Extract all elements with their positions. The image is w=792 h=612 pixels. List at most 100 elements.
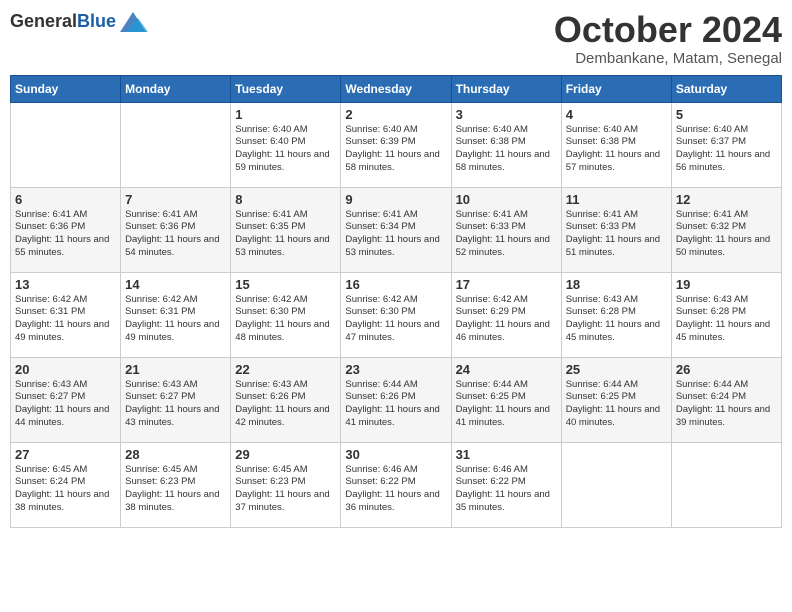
calendar-cell: 9Sunrise: 6:41 AM Sunset: 6:34 PM Daylig… [341, 187, 451, 272]
day-number: 3 [456, 107, 557, 122]
day-info: Sunrise: 6:46 AM Sunset: 6:22 PM Dayligh… [456, 464, 557, 515]
day-header-saturday: Saturday [671, 75, 781, 102]
calendar-cell: 23Sunrise: 6:44 AM Sunset: 6:26 PM Dayli… [341, 357, 451, 442]
day-info: Sunrise: 6:44 AM Sunset: 6:26 PM Dayligh… [345, 379, 446, 430]
day-info: Sunrise: 6:41 AM Sunset: 6:35 PM Dayligh… [235, 209, 336, 260]
day-info: Sunrise: 6:43 AM Sunset: 6:26 PM Dayligh… [235, 379, 336, 430]
calendar-cell: 15 Sunrise: 6:42 AM Sunset: 6:30 PM Dayli… [231, 272, 341, 357]
calendar-cell: 22Sunrise: 6:43 AM Sunset: 6:26 PM Dayli… [231, 357, 341, 442]
day-number: 28 [125, 447, 226, 462]
calendar-cell: 5 Sunrise: 6:40 AM Sunset: 6:37 PM Daylig… [671, 102, 781, 187]
page-header: GeneralBlue October 2024 Dembankane, Mat… [10, 10, 782, 67]
day-info: Sunrise: 6:40 AM Sunset: 6:38 PM Dayligh… [456, 124, 557, 175]
day-info: Sunrise: 6:40 AM Sunset: 6:38 PM Dayligh… [566, 124, 667, 175]
day-info: Sunrise: 6:45 AM Sunset: 6:24 PM Dayligh… [15, 464, 116, 515]
day-number: 14 [125, 277, 226, 292]
day-info: Sunrise: 6:41 AM Sunset: 6:33 PM Dayligh… [566, 209, 667, 260]
day-number: 2 [345, 107, 446, 122]
day-number: 17 [456, 277, 557, 292]
logo-blue: Blue [77, 11, 116, 31]
day-number: 5 [676, 107, 777, 122]
day-number: 10 [456, 192, 557, 207]
month-title: October 2024 [554, 10, 782, 50]
week-row-4: 20Sunrise: 6:43 AM Sunset: 6:27 PM Dayli… [11, 357, 782, 442]
calendar-cell: 4 Sunrise: 6:40 AM Sunset: 6:38 PM Daylig… [561, 102, 671, 187]
day-header-tuesday: Tuesday [231, 75, 341, 102]
day-info: Sunrise: 6:42 AM Sunset: 6:31 PM Dayligh… [125, 294, 226, 345]
day-number: 24 [456, 362, 557, 377]
calendar-cell: 21 Sunrise: 6:43 AM Sunset: 6:27 PM Dayli… [121, 357, 231, 442]
calendar-cell: 26 Sunrise: 6:44 AM Sunset: 6:24 PM Dayli… [671, 357, 781, 442]
calendar-cell [121, 102, 231, 187]
calendar-cell [671, 442, 781, 527]
calendar-cell: 17Sunrise: 6:42 AM Sunset: 6:29 PM Dayli… [451, 272, 561, 357]
logo-general: General [10, 11, 77, 31]
week-row-3: 13Sunrise: 6:42 AM Sunset: 6:31 PM Dayli… [11, 272, 782, 357]
calendar-cell: 10 Sunrise: 6:41 AM Sunset: 6:33 PM Dayli… [451, 187, 561, 272]
week-row-1: 1 Sunrise: 6:40 AM Sunset: 6:40 PM Daylig… [11, 102, 782, 187]
calendar-cell: 8 Sunrise: 6:41 AM Sunset: 6:35 PM Daylig… [231, 187, 341, 272]
day-number: 7 [125, 192, 226, 207]
day-number: 30 [345, 447, 446, 462]
day-info: Sunrise: 6:46 AM Sunset: 6:22 PM Dayligh… [345, 464, 446, 515]
calendar-cell: 13Sunrise: 6:42 AM Sunset: 6:31 PM Dayli… [11, 272, 121, 357]
calendar-table: SundayMondayTuesdayWednesdayThursdayFrid… [10, 75, 782, 528]
day-number: 11 [566, 192, 667, 207]
day-header-sunday: Sunday [11, 75, 121, 102]
week-row-2: 6Sunrise: 6:41 AM Sunset: 6:36 PM Daylig… [11, 187, 782, 272]
day-info: Sunrise: 6:43 AM Sunset: 6:28 PM Dayligh… [676, 294, 777, 345]
day-number: 16 [345, 277, 446, 292]
day-number: 15 [235, 277, 336, 292]
calendar-cell: 7 Sunrise: 6:41 AM Sunset: 6:36 PM Daylig… [121, 187, 231, 272]
day-info: Sunrise: 6:40 AM Sunset: 6:39 PM Dayligh… [345, 124, 446, 175]
calendar-cell: 19Sunrise: 6:43 AM Sunset: 6:28 PM Dayli… [671, 272, 781, 357]
day-info: Sunrise: 6:41 AM Sunset: 6:36 PM Dayligh… [15, 209, 116, 260]
calendar-cell: 29Sunrise: 6:45 AM Sunset: 6:23 PM Dayli… [231, 442, 341, 527]
day-info: Sunrise: 6:41 AM Sunset: 6:36 PM Dayligh… [125, 209, 226, 260]
calendar-cell: 3 Sunrise: 6:40 AM Sunset: 6:38 PM Daylig… [451, 102, 561, 187]
calendar-cell: 25 Sunrise: 6:44 AM Sunset: 6:25 PM Dayli… [561, 357, 671, 442]
day-info: Sunrise: 6:41 AM Sunset: 6:34 PM Dayligh… [345, 209, 446, 260]
calendar-cell [561, 442, 671, 527]
day-info: Sunrise: 6:40 AM Sunset: 6:37 PM Dayligh… [676, 124, 777, 175]
calendar-cell: 27 Sunrise: 6:45 AM Sunset: 6:24 PM Dayli… [11, 442, 121, 527]
calendar-cell: 24 Sunrise: 6:44 AM Sunset: 6:25 PM Dayli… [451, 357, 561, 442]
day-number: 25 [566, 362, 667, 377]
day-info: Sunrise: 6:42 AM Sunset: 6:30 PM Dayligh… [345, 294, 446, 345]
logo: GeneralBlue [10, 10, 146, 32]
day-header-thursday: Thursday [451, 75, 561, 102]
calendar-cell: 18 Sunrise: 6:43 AM Sunset: 6:28 PM Dayli… [561, 272, 671, 357]
day-info: Sunrise: 6:41 AM Sunset: 6:33 PM Dayligh… [456, 209, 557, 260]
day-info: Sunrise: 6:45 AM Sunset: 6:23 PM Dayligh… [125, 464, 226, 515]
calendar-cell: 2 Sunrise: 6:40 AM Sunset: 6:39 PM Daylig… [341, 102, 451, 187]
day-header-wednesday: Wednesday [341, 75, 451, 102]
day-number: 27 [15, 447, 116, 462]
day-number: 21 [125, 362, 226, 377]
day-info: Sunrise: 6:43 AM Sunset: 6:27 PM Dayligh… [125, 379, 226, 430]
day-info: Sunrise: 6:44 AM Sunset: 6:25 PM Dayligh… [566, 379, 667, 430]
day-info: Sunrise: 6:43 AM Sunset: 6:28 PM Dayligh… [566, 294, 667, 345]
day-number: 1 [235, 107, 336, 122]
day-info: Sunrise: 6:42 AM Sunset: 6:30 PM Dayligh… [235, 294, 336, 345]
calendar-cell: 28 Sunrise: 6:45 AM Sunset: 6:23 PM Dayli… [121, 442, 231, 527]
calendar-cell: 31 Sunrise: 6:46 AM Sunset: 6:22 PM Dayli… [451, 442, 561, 527]
calendar-body: 1 Sunrise: 6:40 AM Sunset: 6:40 PM Daylig… [11, 102, 782, 527]
day-number: 31 [456, 447, 557, 462]
calendar-cell [11, 102, 121, 187]
day-info: Sunrise: 6:44 AM Sunset: 6:25 PM Dayligh… [456, 379, 557, 430]
day-info: Sunrise: 6:42 AM Sunset: 6:31 PM Dayligh… [15, 294, 116, 345]
calendar-cell: 1 Sunrise: 6:40 AM Sunset: 6:40 PM Daylig… [231, 102, 341, 187]
day-header-monday: Monday [121, 75, 231, 102]
day-number: 18 [566, 277, 667, 292]
calendar-cell: 30 Sunrise: 6:46 AM Sunset: 6:22 PM Dayli… [341, 442, 451, 527]
day-info: Sunrise: 6:40 AM Sunset: 6:40 PM Dayligh… [235, 124, 336, 175]
day-info: Sunrise: 6:44 AM Sunset: 6:24 PM Dayligh… [676, 379, 777, 430]
day-number: 4 [566, 107, 667, 122]
calendar-header-row: SundayMondayTuesdayWednesdayThursdayFrid… [11, 75, 782, 102]
day-number: 8 [235, 192, 336, 207]
logo-icon [118, 10, 146, 32]
location: Dembankane, Matam, Senegal [554, 50, 782, 67]
day-number: 26 [676, 362, 777, 377]
calendar-cell: 16 Sunrise: 6:42 AM Sunset: 6:30 PM Dayli… [341, 272, 451, 357]
day-info: Sunrise: 6:41 AM Sunset: 6:32 PM Dayligh… [676, 209, 777, 260]
